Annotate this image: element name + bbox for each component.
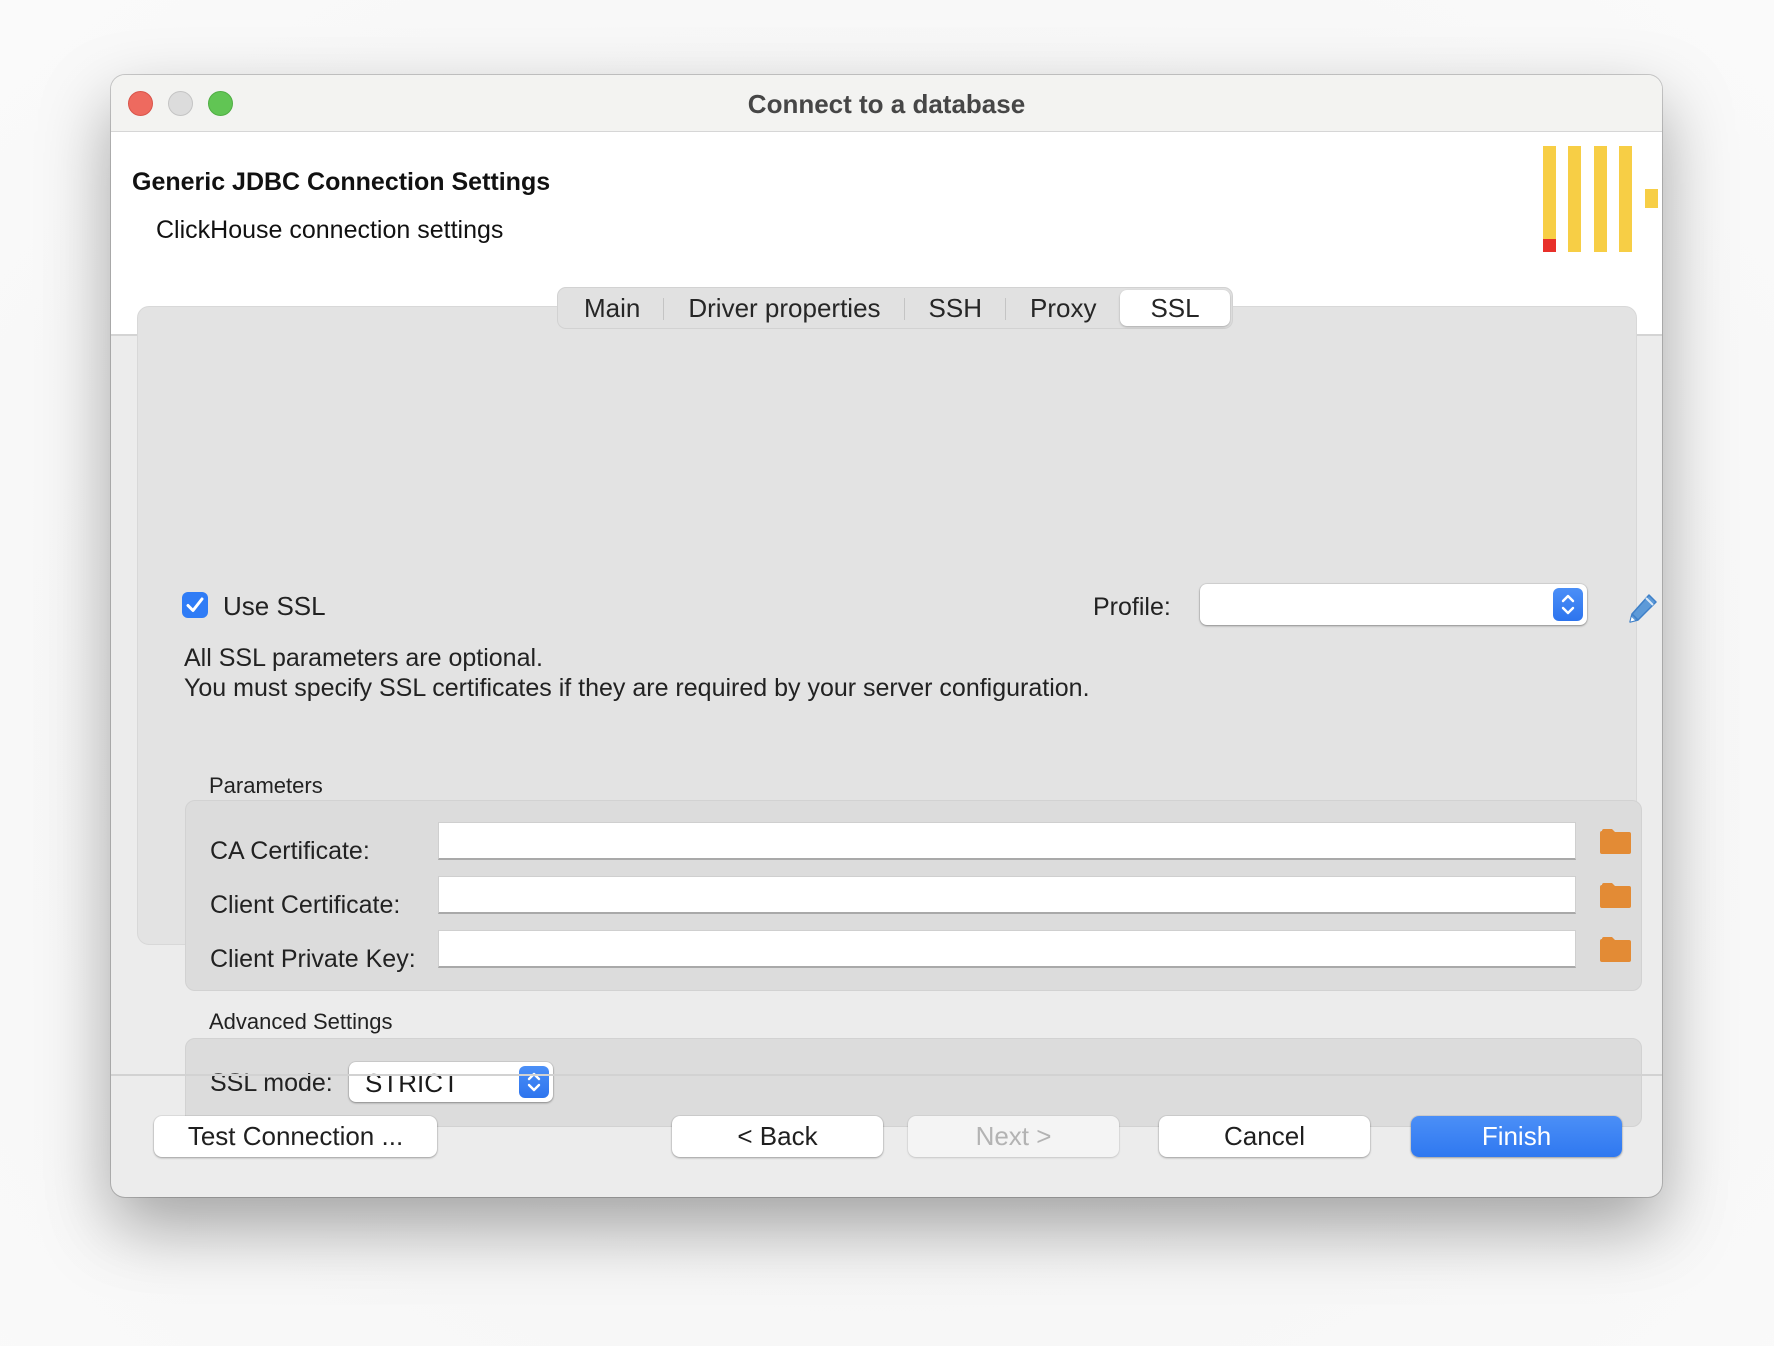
use-ssl-checkbox[interactable] [182, 592, 208, 618]
clickhouse-logo-icon [1543, 146, 1658, 256]
window-title: Connect to a database [747, 89, 1026, 119]
back-button[interactable]: < Back [672, 1116, 883, 1157]
client-private-key-folder-icon[interactable] [1600, 937, 1631, 962]
tab-ssl[interactable]: SSL [1120, 290, 1230, 326]
ca-certificate-label: CA Certificate: [210, 837, 370, 865]
tab-bar: Main Driver properties SSH Proxy SSL [557, 287, 1233, 329]
ca-certificate-folder-icon[interactable] [1600, 829, 1631, 854]
ca-certificate-input[interactable] [438, 822, 1576, 860]
ssl-description-line-2: You must specify SSL certificates if the… [184, 674, 1090, 702]
title-bar[interactable]: Connect to a database [111, 75, 1662, 132]
test-connection-button[interactable]: Test Connection ... [154, 1116, 437, 1157]
tab-ssh[interactable]: SSH [905, 290, 1007, 326]
tab-proxy[interactable]: Proxy [1006, 290, 1120, 326]
footer-divider [111, 1074, 1662, 1076]
client-certificate-label: Client Certificate: [210, 891, 401, 919]
advanced-settings-group-label: Advanced Settings [209, 1009, 393, 1034]
checkmark-icon [186, 597, 204, 612]
parameters-group-label: Parameters [209, 773, 323, 798]
select-stepper-icon [1553, 588, 1583, 621]
ssl-mode-select[interactable]: STRICT [349, 1062, 553, 1102]
ssl-tab-panel: Use SSL Profile: All SSL parameters are … [137, 306, 1657, 1127]
ssl-description-line-1: All SSL parameters are optional. [184, 644, 543, 672]
client-certificate-folder-icon[interactable] [1600, 883, 1631, 908]
dialog-window: Connect to a database Generic JDBC Conne… [111, 75, 1662, 1197]
profile-label: Profile: [1093, 593, 1171, 621]
ssl-mode-value: STRICT [365, 1068, 459, 1098]
client-certificate-input[interactable] [438, 876, 1576, 914]
finish-button[interactable]: Finish [1411, 1116, 1622, 1157]
cancel-button[interactable]: Cancel [1159, 1116, 1370, 1157]
profile-select[interactable] [1200, 584, 1587, 625]
client-private-key-input[interactable] [438, 930, 1576, 968]
select-stepper-icon [519, 1066, 549, 1098]
tab-driver-properties[interactable]: Driver properties [664, 290, 905, 326]
page-title: Generic JDBC Connection Settings [132, 168, 551, 196]
edit-profile-pencil-icon[interactable] [1627, 592, 1659, 624]
next-button: Next > [908, 1116, 1119, 1157]
use-ssl-label[interactable]: Use SSL [223, 591, 326, 622]
client-private-key-label: Client Private Key: [210, 945, 416, 973]
tab-main[interactable]: Main [560, 290, 665, 326]
page-subtitle: ClickHouse connection settings [156, 216, 504, 244]
